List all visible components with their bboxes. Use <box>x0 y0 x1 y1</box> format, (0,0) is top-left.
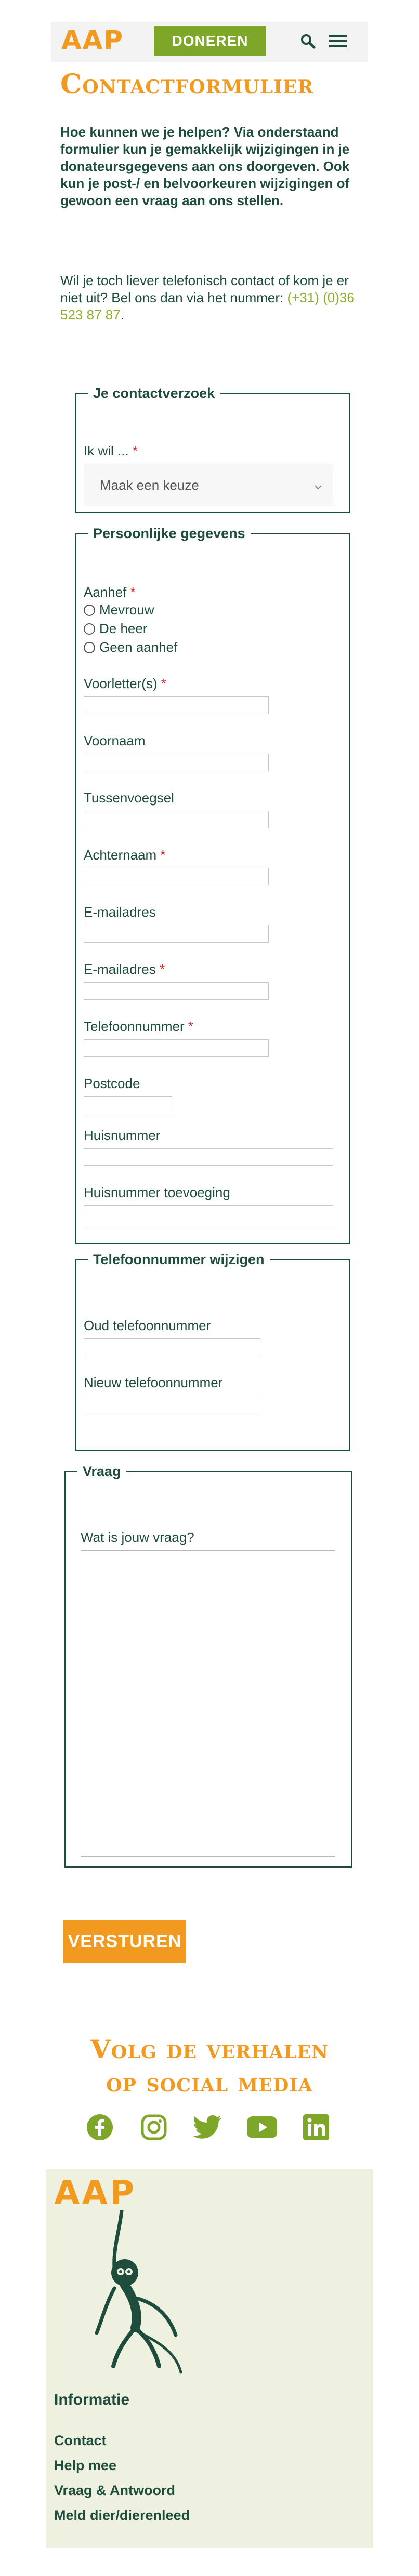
want-label: Ik wil ... * <box>84 443 138 459</box>
salutation-label-text: Aanhef <box>84 584 127 600</box>
section-legend: Telefoonnummer wijzigen <box>93 1252 265 1267</box>
lastname-label: Achternaam * <box>84 847 166 863</box>
section-legend: Vraag <box>83 1464 121 1479</box>
phone-input[interactable] <box>84 1039 269 1057</box>
phone-label-text: Telefoonnummer <box>84 1018 185 1034</box>
initials-input[interactable] <box>84 696 269 714</box>
footer-link-contact[interactable]: Contact <box>54 2433 107 2449</box>
old-phone-input[interactable] <box>84 1338 260 1356</box>
contact-request-section: Je contactverzoek Ik wil ... * Maak een … <box>75 385 350 513</box>
instagram-icon[interactable] <box>138 2112 169 2143</box>
question-section: Vraag Wat is jouw vraag? <box>64 1464 352 1868</box>
housenumber-label: Huisnummer <box>84 1128 161 1143</box>
personal-data-section: Persoonlijke gegevens Aanhef * Mevrouw D… <box>75 526 350 1244</box>
question-label: Wat is jouw vraag? <box>81 1530 194 1545</box>
footer-heading: Informatie <box>54 2391 130 2408</box>
required-mark: * <box>161 676 166 691</box>
question-textarea[interactable] <box>81 1550 335 1857</box>
youtube-icon[interactable] <box>246 2112 278 2143</box>
initials-label-text: Voorletter(s) <box>84 676 158 691</box>
postcode-input[interactable] <box>84 1096 172 1116</box>
salutation-label: Aanhef * <box>84 584 136 600</box>
required-mark: * <box>132 443 138 459</box>
radio-circle[interactable] <box>84 641 95 653</box>
email-confirm-label-text: E-mailadres <box>84 961 156 977</box>
select-value: Maak een keuze <box>100 477 199 493</box>
email-confirm-label: E-mailadres * <box>84 961 165 977</box>
firstname-input[interactable] <box>84 754 269 771</box>
radio-label: De heer <box>99 621 148 636</box>
initials-label: Voorletter(s) * <box>84 676 166 692</box>
old-phone-label: Oud telefoonnummer <box>84 1318 211 1333</box>
want-label-text: Ik wil ... <box>84 443 129 459</box>
radio-label: Mevrouw <box>99 602 154 618</box>
social-title-line2: op social media <box>106 2067 313 2098</box>
housenumber-addition-label: Huisnummer toevoeging <box>84 1185 230 1200</box>
monkey-illustration <box>77 2208 191 2379</box>
firstname-label: Voornaam <box>84 733 146 748</box>
housenumber-input[interactable] <box>84 1148 333 1166</box>
footer: AAP Informatie Contact Help mee Vraag & … <box>46 2169 373 2548</box>
email-confirm-input[interactable] <box>84 982 269 1000</box>
radio-mevrouw[interactable]: Mevrouw <box>84 602 154 618</box>
section-legend: Persoonlijke gegevens <box>93 526 245 541</box>
phone-label: Telefoonnummer * <box>84 1018 193 1035</box>
linkedin-icon[interactable] <box>300 2112 332 2143</box>
housenumber-addition-input[interactable] <box>84 1205 333 1228</box>
social-title-line1: Volg de verhalen <box>90 2034 329 2064</box>
facebook-icon[interactable] <box>84 2112 115 2143</box>
intro-text: Hoe kunnen we je helpen? Via onderstaand… <box>60 124 350 208</box>
donate-button[interactable]: DONEREN <box>154 26 266 56</box>
new-phone-label: Nieuw telefoonnummer <box>84 1375 223 1390</box>
lastname-label-text: Achternaam <box>84 847 157 863</box>
want-select[interactable]: Maak een keuze <box>84 464 333 506</box>
header-bar: AAP DONEREN <box>51 22 368 62</box>
page-title: Contactformulier <box>60 69 314 100</box>
menu-icon[interactable] <box>326 29 349 53</box>
submit-button[interactable]: VERSTUREN <box>63 1920 186 1963</box>
search-icon[interactable] <box>296 29 319 53</box>
section-legend: Je contactverzoek <box>93 385 215 401</box>
infix-input[interactable] <box>84 811 269 828</box>
social-title: Volg de verhalen op social media <box>51 2033 368 2099</box>
chevron-down-icon <box>314 479 322 495</box>
postcode-label: Postcode <box>84 1076 140 1091</box>
required-mark: * <box>160 847 166 863</box>
required-mark: * <box>159 961 165 977</box>
infix-label: Tussenvoegsel <box>84 790 174 806</box>
footer-link-help[interactable]: Help mee <box>54 2458 116 2474</box>
radio-circle[interactable] <box>84 623 95 635</box>
radio-de-heer[interactable]: De heer <box>84 621 148 637</box>
phone-change-section: Telefoonnummer wijzigen Oud telefoonnumm… <box>75 1252 350 1451</box>
footer-link-faq[interactable]: Vraag & Antwoord <box>54 2483 175 2499</box>
email-input[interactable] <box>84 925 269 943</box>
radio-geen-aanhef[interactable]: Geen aanhef <box>84 639 177 655</box>
twitter-icon[interactable] <box>192 2112 224 2143</box>
intro-phone-text: Wil je toch liever telefonisch contact o… <box>60 272 363 324</box>
radio-circle[interactable] <box>84 604 95 616</box>
radio-label: Geen aanhef <box>99 639 178 655</box>
required-mark: * <box>188 1018 194 1034</box>
new-phone-input[interactable] <box>84 1396 260 1413</box>
footer-logo[interactable]: AAP <box>54 2174 136 2212</box>
footer-link-report[interactable]: Meld dier/dierenleed <box>54 2507 190 2524</box>
aap-logo[interactable]: AAP <box>61 25 124 55</box>
email-label: E-mailadres <box>84 904 156 920</box>
required-mark: * <box>130 584 136 600</box>
intro-phone-end: . <box>120 307 124 323</box>
lastname-input[interactable] <box>84 868 269 886</box>
